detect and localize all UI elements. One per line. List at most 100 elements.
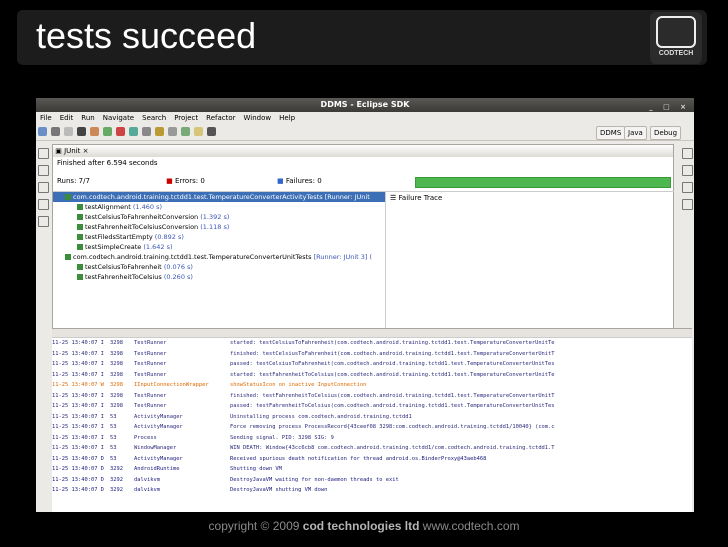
toolbar-icon[interactable] [51, 127, 60, 136]
test-name: com.codtech.android.training.tctdd1.test… [73, 193, 370, 201]
log-pid: 3298 [110, 340, 123, 346]
test-time: (1.642 s) [143, 243, 173, 251]
log-row[interactable]: 11-25 13:40:07 W 3298 IInputConnectionWrap… [52, 380, 692, 391]
log-row[interactable]: 11-25 13:40:07 I 3298 TestRunner passed: te… [52, 401, 692, 412]
test-name: testSimpleCreate [85, 243, 142, 251]
view-icon[interactable] [682, 182, 693, 193]
log-row[interactable]: 11-25 13:40:07 D 3292 dalvikvm DestroyJavaV… [52, 475, 692, 486]
menu-item-navigate[interactable]: Navigate [103, 114, 134, 122]
toolbar-icon[interactable] [116, 127, 125, 136]
log-row[interactable]: 11-25 13:40:07 I 53 ActivityManager Force r… [52, 422, 692, 433]
window-title: DDMS - Eclipse SDK _ □ × [36, 98, 694, 112]
log-row[interactable]: 11-25 13:40:07 D 3292 dalvikvm DestroyJavaV… [52, 485, 692, 496]
perspective-java[interactable]: Java [624, 126, 647, 140]
view-icon[interactable] [38, 182, 49, 193]
menu-item-file[interactable]: File [40, 114, 52, 122]
log-row[interactable]: 11-25 13:40:07 I 3298 TestRunner started: t… [52, 338, 692, 349]
view-icon[interactable] [682, 165, 693, 176]
log-msg: finished: testFahrenheitToCelsius(com.co… [230, 392, 555, 399]
test-name: testCelsiusToFahrenheitConversion [85, 213, 199, 221]
menu-bar: File Edit Run Navigate Search Project Refactor… [36, 112, 694, 124]
log-tag: AndroidRuntime [134, 466, 180, 472]
toolbar-icon[interactable] [181, 127, 190, 136]
toolbar-icon[interactable] [168, 127, 177, 136]
test-tree-row[interactable]: com.codtech.android.training.tctdd1.test… [53, 192, 385, 202]
error-icon: ■ [166, 177, 173, 185]
test-tree-row[interactable]: testSimpleCreate (1.642 s) [53, 242, 385, 252]
perspective-ddms[interactable]: DDMS [596, 126, 626, 140]
toolbar-icon[interactable] [38, 127, 47, 136]
log-pid: 53 [110, 455, 117, 462]
test-pass-icon [65, 194, 71, 200]
toolbar-icon[interactable] [155, 127, 164, 136]
menu-item-search[interactable]: Search [142, 114, 166, 122]
test-tree-row[interactable]: testFiledsStartEmpty (0.892 s) [53, 232, 385, 242]
log-row[interactable]: 11-25 13:40:07 D 53 ActivityManager Receive… [52, 454, 692, 465]
toolbar-icon[interactable] [207, 127, 216, 136]
log-row[interactable]: 11-25 13:40:07 I 3298 TestRunner started: t… [52, 370, 692, 381]
runs-label: Runs: [57, 177, 77, 185]
test-time: (0.076 s) [163, 263, 193, 271]
log-row[interactable]: 11-25 13:40:07 I 3298 TestRunner passed: te… [52, 359, 692, 370]
test-tree-row[interactable]: testAlignment (1.460 s) [53, 202, 385, 212]
toolbar-icon[interactable] [129, 127, 138, 136]
log-row[interactable]: 11-25 13:40:07 I 53 ActivityManager Uninsta… [52, 412, 692, 423]
toolbar-icon[interactable] [77, 127, 86, 136]
log-msg: finished: testCelsiusToFahrenheit(com.co… [230, 350, 555, 357]
footer-company: cod technologies ltd [302, 519, 420, 533]
log-row[interactable]: 11-25 13:40:07 D 3292 AndroidRuntime Shutti… [52, 464, 692, 475]
test-tree-row[interactable]: testFahrenheitToCelsius (0.260 s) [53, 272, 385, 282]
view-icon[interactable] [38, 148, 49, 159]
log-tag: IInputConnectionWrapper [134, 382, 209, 388]
log-pid: 3298 [110, 403, 123, 409]
menu-item-refactor[interactable]: Refactor [206, 114, 235, 122]
test-time: (1.118 s) [200, 223, 230, 231]
test-time: (0.260 s) [163, 273, 193, 281]
toolbar-icon[interactable] [64, 127, 73, 136]
runs-value: 7/7 [78, 177, 90, 185]
toolbar-icon[interactable] [90, 127, 99, 136]
menu-item-window[interactable]: Window [244, 114, 272, 122]
tab-junit[interactable]: ▣ JUnit × [53, 145, 673, 157]
toolbar-icon[interactable] [142, 127, 151, 136]
toolbar-icon[interactable] [103, 127, 112, 136]
test-pass-icon [77, 224, 83, 230]
view-icon[interactable] [38, 216, 49, 227]
view-icon[interactable] [682, 199, 693, 210]
test-name: testFahrenheitToCelsiusConversion [85, 223, 199, 231]
view-icon[interactable] [682, 148, 693, 159]
log-pid: 3298 [110, 361, 123, 367]
window-title-text: DDMS - Eclipse SDK [320, 100, 410, 109]
log-row[interactable]: 11-25 13:40:07 I 3298 TestRunner finished: … [52, 391, 692, 402]
menu-item-project[interactable]: Project [174, 114, 198, 122]
toolbar-icon[interactable] [194, 127, 203, 136]
log-msg: passed: testFahrenheitToCelsius(com.codt… [230, 403, 555, 409]
menu-item-help[interactable]: Help [279, 114, 295, 122]
menu-item-run[interactable]: Run [81, 114, 94, 122]
log-pid: 3298 [110, 382, 123, 388]
junit-status: Finished after 6.594 seconds [57, 159, 158, 167]
log-row[interactable]: 11-25 13:40:07 I 3298 TestRunner finished: … [52, 349, 692, 360]
log-tag: ActivityManager [134, 413, 183, 420]
menu-item-edit[interactable]: Edit [60, 114, 74, 122]
footer-copyright: copyright © 2009 [208, 519, 300, 533]
view-icon[interactable] [38, 165, 49, 176]
log-tag: TestRunner [134, 361, 167, 367]
test-pass-icon [77, 274, 83, 280]
log-t: 11-25 13:40:07 I [52, 371, 104, 378]
logcat-scrollbar[interactable] [52, 329, 692, 338]
test-tree-row[interactable]: testFahrenheitToCelsiusConversion (1.118… [53, 222, 385, 232]
log-tag: ActivityManager [134, 424, 183, 430]
errors-label: Errors: [175, 177, 199, 185]
test-tree-row[interactable]: com.codtech.android.training.tctdd1.test… [53, 252, 385, 262]
log-row[interactable]: 11-25 13:40:07 I 53 WindowManager WIN DEATH… [52, 443, 692, 454]
view-icon[interactable] [38, 199, 49, 210]
test-tree-row[interactable]: testCelsiusToFahrenheitConversion (1.392… [53, 212, 385, 222]
perspective-debug[interactable]: Debug [650, 126, 682, 140]
log-msg: Received spurious death notification for… [230, 455, 487, 462]
log-list: 11-25 13:40:07 I 3298 TestRunner started: t… [52, 338, 692, 496]
test-tree-row[interactable]: testCelsiusToFahrenheit (0.076 s) [53, 262, 385, 272]
log-tag: dalvikvm [134, 476, 160, 483]
log-msg: WIN DEATH: Window{43cc6cb8 com.codtech.a… [230, 445, 555, 451]
log-row[interactable]: 11-25 13:40:07 I 53 Process Sending signal.… [52, 433, 692, 444]
